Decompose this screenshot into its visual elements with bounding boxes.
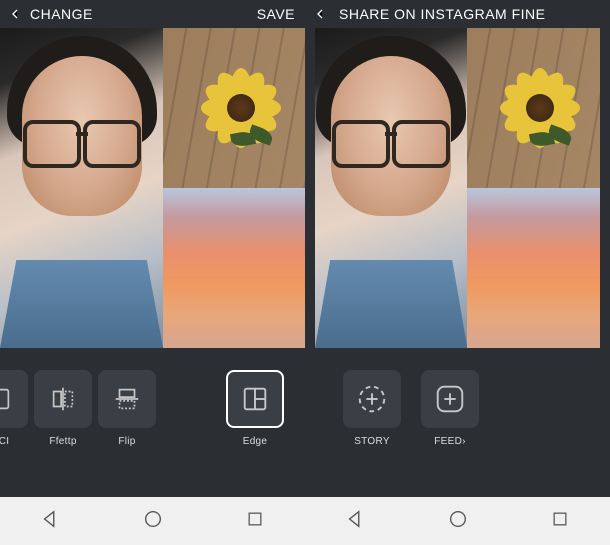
tool-label: Edge — [243, 436, 268, 447]
nav-back-icon[interactable] — [345, 508, 367, 535]
share-option-label: FEED› — [434, 436, 466, 447]
editor-screen: CHANGE SAVE — [0, 0, 305, 545]
nav-recent-icon[interactable] — [550, 509, 570, 534]
story-icon — [343, 370, 401, 428]
preview-photo-main — [315, 28, 467, 348]
share-screen: SHARE ON INSTAGRAM FINE — [305, 0, 610, 545]
tool-label: Mirrors — [174, 436, 207, 447]
collage-photo-main[interactable] — [0, 28, 163, 348]
collage-preview — [305, 28, 610, 348]
nav-home-icon[interactable] — [142, 508, 164, 535]
share-option-label: STORY — [354, 436, 390, 447]
share-title: SHARE ON INSTAGRAM FINE — [339, 6, 545, 22]
preview-photo-sunset — [467, 188, 600, 348]
back-icon[interactable] — [311, 5, 329, 23]
tool-isci[interactable]: ISCI — [0, 370, 28, 447]
collage-canvas[interactable] — [0, 28, 305, 348]
tool-label: ISCI — [0, 436, 9, 447]
change-button[interactable]: CHANGE — [30, 6, 93, 22]
collage-photo-sunflower[interactable] — [163, 28, 305, 188]
back-icon[interactable] — [6, 5, 24, 23]
nav-back-icon[interactable] — [40, 508, 62, 535]
share-feed-button[interactable]: FEED› — [421, 370, 479, 447]
android-navbar — [305, 497, 610, 545]
collage-photo-sunset[interactable] — [163, 188, 305, 348]
share-story-button[interactable]: STORY — [343, 370, 401, 447]
save-button[interactable]: SAVE — [257, 6, 295, 22]
tool-label: Flip — [118, 436, 135, 447]
android-navbar — [0, 497, 305, 545]
layout-icon — [226, 370, 284, 428]
editor-header: CHANGE SAVE — [0, 0, 305, 28]
feed-icon — [421, 370, 479, 428]
tool-edge[interactable]: Edge — [226, 370, 284, 447]
tool-flip[interactable]: Flip — [98, 370, 156, 447]
tool-ffettp[interactable]: Ffettp — [34, 370, 92, 447]
share-header: SHARE ON INSTAGRAM FINE — [305, 0, 610, 28]
tool-label: Ffettp — [49, 436, 76, 447]
nav-recent-icon[interactable] — [245, 509, 265, 534]
nav-home-icon[interactable] — [447, 508, 469, 535]
preview-photo-sunflower — [467, 28, 600, 188]
